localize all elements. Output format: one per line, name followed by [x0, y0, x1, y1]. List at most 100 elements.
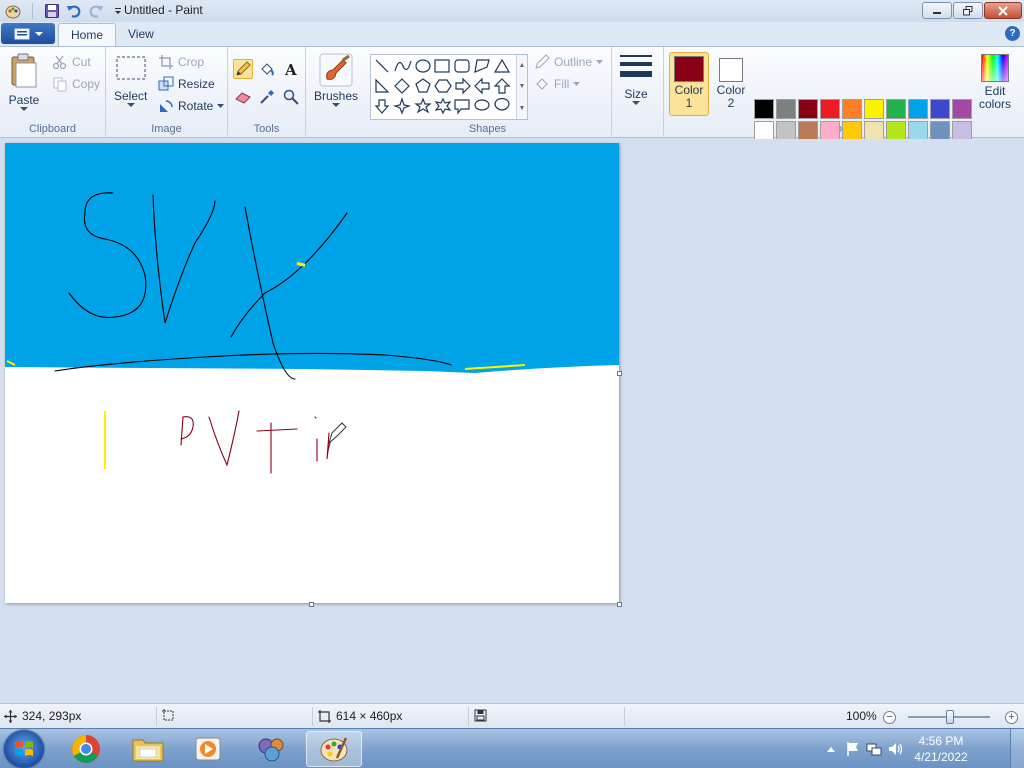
- palette-swatch[interactable]: [776, 99, 796, 119]
- palette-swatch[interactable]: [842, 121, 862, 141]
- show-desktop-button[interactable]: [1010, 729, 1024, 768]
- resize-button[interactable]: Resize: [158, 76, 215, 92]
- outline-label: Outline: [554, 55, 593, 69]
- palette-swatch[interactable]: [754, 121, 774, 141]
- text-tool[interactable]: A: [281, 59, 301, 79]
- taskbar-chrome[interactable]: [58, 731, 114, 767]
- help-icon[interactable]: ?: [1005, 26, 1020, 41]
- crop-icon: [159, 55, 173, 69]
- start-button[interactable]: [4, 730, 44, 768]
- restore-button[interactable]: [953, 2, 983, 19]
- tools-group: A Tools: [228, 47, 306, 138]
- copy-button[interactable]: Copy: [52, 76, 100, 92]
- shapes-scrollbar[interactable]: ▲ ▼ ▼: [516, 55, 527, 119]
- zoom-out-button[interactable]: −: [883, 711, 896, 724]
- palette-swatch[interactable]: [930, 121, 950, 141]
- palette-swatch[interactable]: [754, 99, 774, 119]
- copy-label: Copy: [72, 77, 101, 91]
- palette-swatch[interactable]: [886, 99, 906, 119]
- palette-swatch[interactable]: [886, 121, 906, 141]
- clock-time: 4:56 PM: [918, 734, 964, 748]
- eraser-tool[interactable]: [233, 87, 253, 107]
- fill-tool[interactable]: [257, 59, 277, 79]
- palette-swatch[interactable]: [776, 121, 796, 141]
- paint-app-icon[interactable]: [4, 2, 22, 20]
- palette-swatch[interactable]: [798, 99, 818, 119]
- canvas-resize-handle-right[interactable]: [617, 371, 622, 376]
- windows-logo-icon: [15, 741, 33, 756]
- shapes-gallery[interactable]: ▲ ▼ ▼: [370, 54, 528, 120]
- color1-button[interactable]: Color 1: [669, 52, 709, 116]
- taskbar-explorer[interactable]: [120, 731, 176, 767]
- ribbon-tab-row: Home View ?: [0, 22, 1024, 46]
- outline-button[interactable]: Outline: [534, 54, 604, 70]
- brushes-button[interactable]: Brushes: [314, 53, 358, 108]
- select-button[interactable]: Select: [114, 55, 147, 108]
- crop-button[interactable]: Crop: [158, 54, 204, 70]
- canvas-resize-handle-bottom[interactable]: [309, 602, 314, 607]
- zoom-slider-thumb[interactable]: [946, 710, 954, 724]
- clipboard-group-label: Clipboard: [28, 123, 77, 135]
- file-size: [474, 709, 487, 722]
- network-icon[interactable]: [866, 741, 882, 757]
- pencil-tool[interactable]: [233, 59, 253, 79]
- clipboard-icon: [11, 53, 37, 88]
- window-controls: [922, 2, 1022, 19]
- palette-swatch[interactable]: [798, 121, 818, 141]
- show-hidden-icons-icon[interactable]: [826, 745, 836, 753]
- line-size-icon: [620, 55, 652, 77]
- palette-swatch[interactable]: [908, 99, 928, 119]
- select-rectangle-icon: [116, 56, 146, 80]
- palette-swatch[interactable]: [952, 99, 972, 119]
- redo-icon[interactable]: [87, 2, 105, 20]
- image-size-text: 614 × 460px: [336, 709, 403, 723]
- ribbon: Paste Cut Copy Clipboard Select Crop Res…: [0, 46, 1024, 163]
- cut-button[interactable]: Cut: [52, 54, 91, 70]
- shapes-expand-icon[interactable]: ▼: [519, 105, 526, 112]
- close-button[interactable]: [984, 2, 1022, 19]
- tab-view[interactable]: View: [116, 23, 166, 46]
- paint-menu-button[interactable]: [1, 23, 55, 44]
- color-spectrum-icon: [981, 54, 1009, 82]
- save-icon[interactable]: [43, 2, 61, 20]
- rotate-button[interactable]: Rotate: [158, 98, 225, 114]
- svg-text:A: A: [284, 61, 297, 77]
- palette-swatch[interactable]: [864, 121, 884, 141]
- size-button[interactable]: Size: [619, 53, 653, 106]
- shapes-scroll-up-icon[interactable]: ▲: [519, 62, 526, 69]
- canvas-resize-handle-corner[interactable]: [617, 602, 622, 607]
- palette-swatch[interactable]: [864, 99, 884, 119]
- brushes-label: Brushes: [314, 89, 359, 103]
- color-picker-tool[interactable]: [257, 87, 277, 107]
- chrome-icon: [72, 735, 100, 763]
- zoom-in-button[interactable]: +: [1005, 711, 1018, 724]
- magnifier-tool[interactable]: [281, 87, 301, 107]
- paste-button[interactable]: Paste: [8, 53, 40, 112]
- taskbar-paint[interactable]: [306, 731, 362, 767]
- shapes-scroll-down-icon[interactable]: ▼: [519, 83, 526, 90]
- action-center-flag-icon[interactable]: [846, 741, 860, 757]
- taskbar-clock[interactable]: 4:56 PM 4/21/2022: [908, 733, 974, 765]
- palette-swatch[interactable]: [908, 121, 928, 141]
- palette-swatch[interactable]: [820, 99, 840, 119]
- folder-icon: [132, 739, 164, 762]
- minimize-button[interactable]: [922, 2, 952, 19]
- palette-swatch[interactable]: [930, 99, 950, 119]
- color2-button[interactable]: Color 2: [711, 52, 751, 116]
- tab-home[interactable]: Home: [58, 23, 117, 46]
- undo-icon[interactable]: [65, 2, 83, 20]
- drawing-canvas[interactable]: [5, 143, 619, 603]
- paint-palette-icon: [320, 737, 348, 762]
- volume-icon[interactable]: [888, 741, 904, 757]
- taskbar-media-player[interactable]: [180, 731, 236, 767]
- paint-bucket-icon: [261, 63, 274, 76]
- fill-bucket-icon: [536, 78, 548, 90]
- palette-swatch[interactable]: [842, 99, 862, 119]
- palette-swatch[interactable]: [820, 121, 840, 141]
- canvas-workspace[interactable]: [0, 139, 1024, 702]
- fill-button[interactable]: Fill: [534, 76, 581, 92]
- edit-colors-button[interactable]: Edit colors: [975, 54, 1015, 111]
- taskbar-games[interactable]: [244, 731, 300, 767]
- palette-swatch[interactable]: [952, 121, 972, 141]
- games-icon: [258, 738, 284, 762]
